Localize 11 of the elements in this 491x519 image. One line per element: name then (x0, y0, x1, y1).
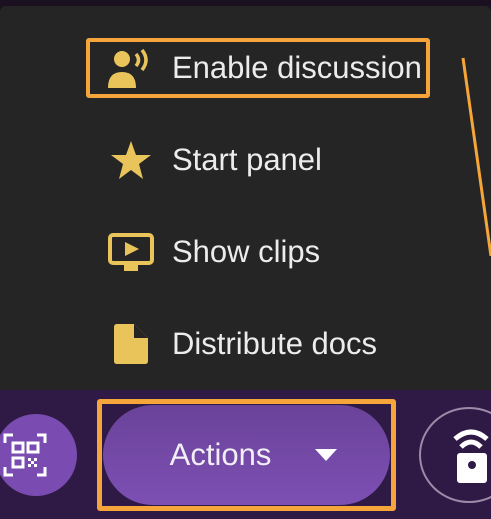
menu-item[interactable]: Distribute docs (86, 314, 386, 374)
document-icon (114, 324, 148, 364)
qr-code-icon (3, 432, 47, 476)
menu-item[interactable]: Show clips (86, 223, 328, 281)
star-icon (111, 141, 151, 179)
actions-button[interactable]: Actions (103, 404, 390, 504)
play-screen-icon (108, 233, 154, 271)
caret-icon (315, 448, 338, 460)
menu-item[interactable]: Start panel (86, 131, 330, 189)
menu-item[interactable]: Enable discussion (86, 38, 430, 98)
wireless-lock-button[interactable] (419, 406, 491, 502)
